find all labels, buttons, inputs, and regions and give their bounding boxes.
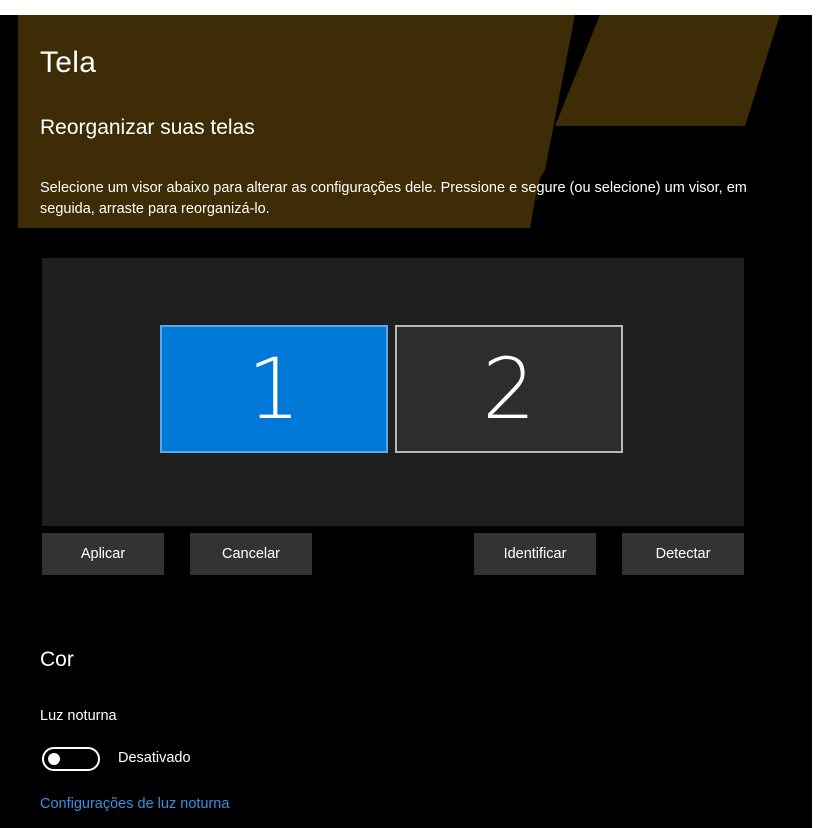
- page-title: Tela: [40, 46, 97, 79]
- night-light-label: Luz noturna: [40, 708, 117, 724]
- banner-white-edge: [0, 0, 824, 15]
- display-settings-page: Tela Reorganizar suas telas Selecione um…: [0, 0, 824, 828]
- night-light-state: Desativado: [118, 750, 191, 766]
- night-light-settings-link[interactable]: Configurações de luz noturna: [40, 796, 229, 812]
- arrange-heading: Reorganizar suas telas: [40, 116, 255, 139]
- monitor-2[interactable]: 2: [395, 325, 623, 453]
- arrange-description: Selecione um visor abaixo para alterar a…: [40, 180, 747, 217]
- apply-button[interactable]: Aplicar: [42, 533, 164, 575]
- banner-stripe-left: [0, 0, 360, 15]
- detect-button[interactable]: Detectar: [622, 533, 744, 575]
- identify-button[interactable]: Identificar: [474, 533, 596, 575]
- toggle-knob: [48, 753, 60, 765]
- night-light-toggle[interactable]: [42, 747, 100, 771]
- display-arrangement-area[interactable]: 1 2: [42, 258, 744, 526]
- cancel-button[interactable]: Cancelar: [190, 533, 312, 575]
- monitor-1[interactable]: 1: [160, 325, 388, 453]
- color-heading: Cor: [40, 648, 74, 671]
